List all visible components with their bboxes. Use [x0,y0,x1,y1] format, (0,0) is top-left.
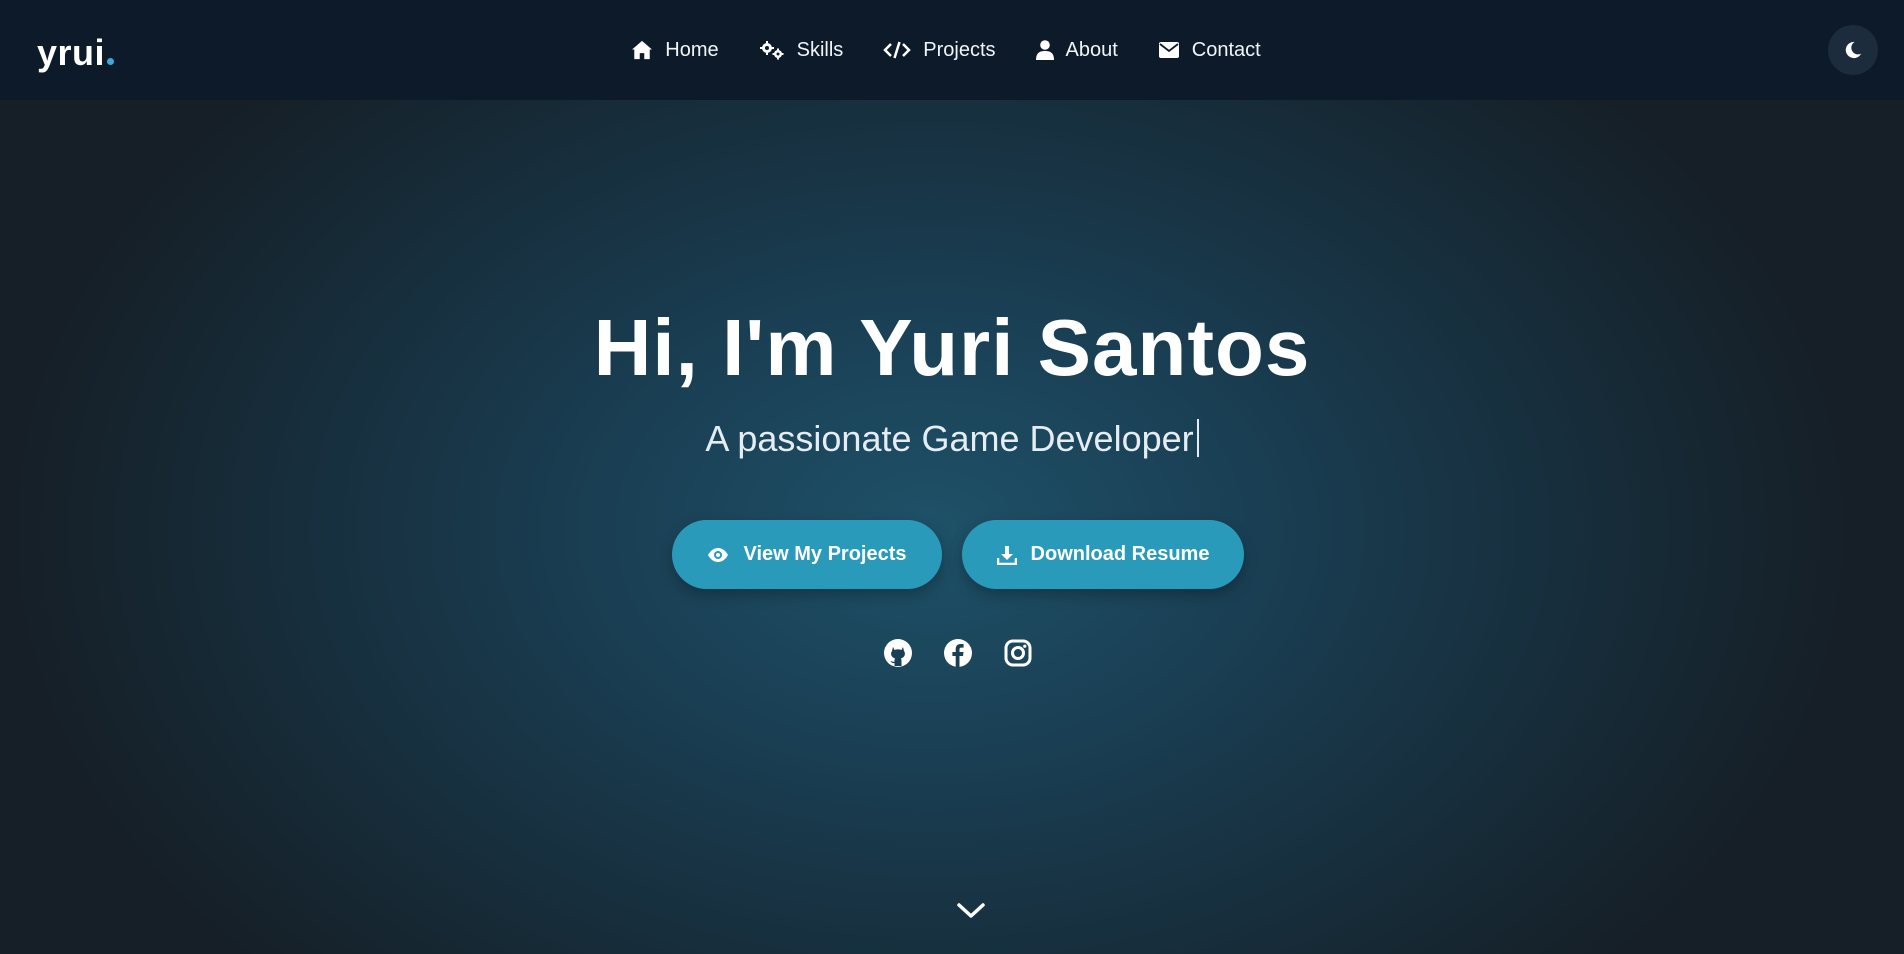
user-icon [1035,40,1054,60]
github-icon [884,639,912,667]
view-projects-button[interactable]: View My Projects [672,520,942,589]
facebook-icon [944,639,972,667]
facebook-link[interactable] [943,638,973,668]
navbar: yrui Home Skills Projects About Contact [0,0,1904,100]
typing-cursor [1196,419,1199,457]
nav-item-label: Skills [796,38,844,61]
nav-item-label: Home [665,38,719,61]
nav-item-label: Projects [923,38,996,61]
download-resume-button[interactable]: Download Resume [962,520,1244,589]
download-resume-label: Download Resume [1030,543,1210,565]
home-icon [632,40,653,60]
hero-subtitle: A passionate Game Developer [0,418,1904,460]
eye-icon [708,547,729,562]
github-link[interactable] [883,638,913,668]
envelope-icon [1158,42,1179,58]
instagram-link[interactable] [1003,638,1033,668]
social-links [0,638,1904,668]
view-projects-label: View My Projects [743,543,907,565]
nav-item-projects[interactable]: Projects [883,38,996,62]
nav-item-contact[interactable]: Contact [1158,39,1261,62]
nav-item-home[interactable]: Home [631,38,719,62]
nav-item-skills[interactable]: Skills [759,38,844,62]
gears-icon [759,41,784,60]
hero-section: Hi, I'm Yuri Santos A passionate Game De… [0,100,1904,954]
nav-item-label: Contact [1191,38,1261,61]
theme-toggle-button[interactable] [1828,25,1878,75]
scroll-down-button[interactable] [955,900,987,922]
nav-item-about[interactable]: About [1035,38,1118,62]
nav-item-label: About [1065,38,1118,61]
hero-title: Hi, I'm Yuri Santos [593,303,1311,392]
download-icon [996,545,1017,565]
nav-links: Home Skills Projects About Contact [0,0,1904,100]
chevron-down-icon [957,903,985,918]
moon-icon [1845,41,1862,59]
instagram-icon [1004,639,1032,667]
code-icon [883,41,912,59]
typed-text: A passionate Game Developer [705,418,1194,459]
